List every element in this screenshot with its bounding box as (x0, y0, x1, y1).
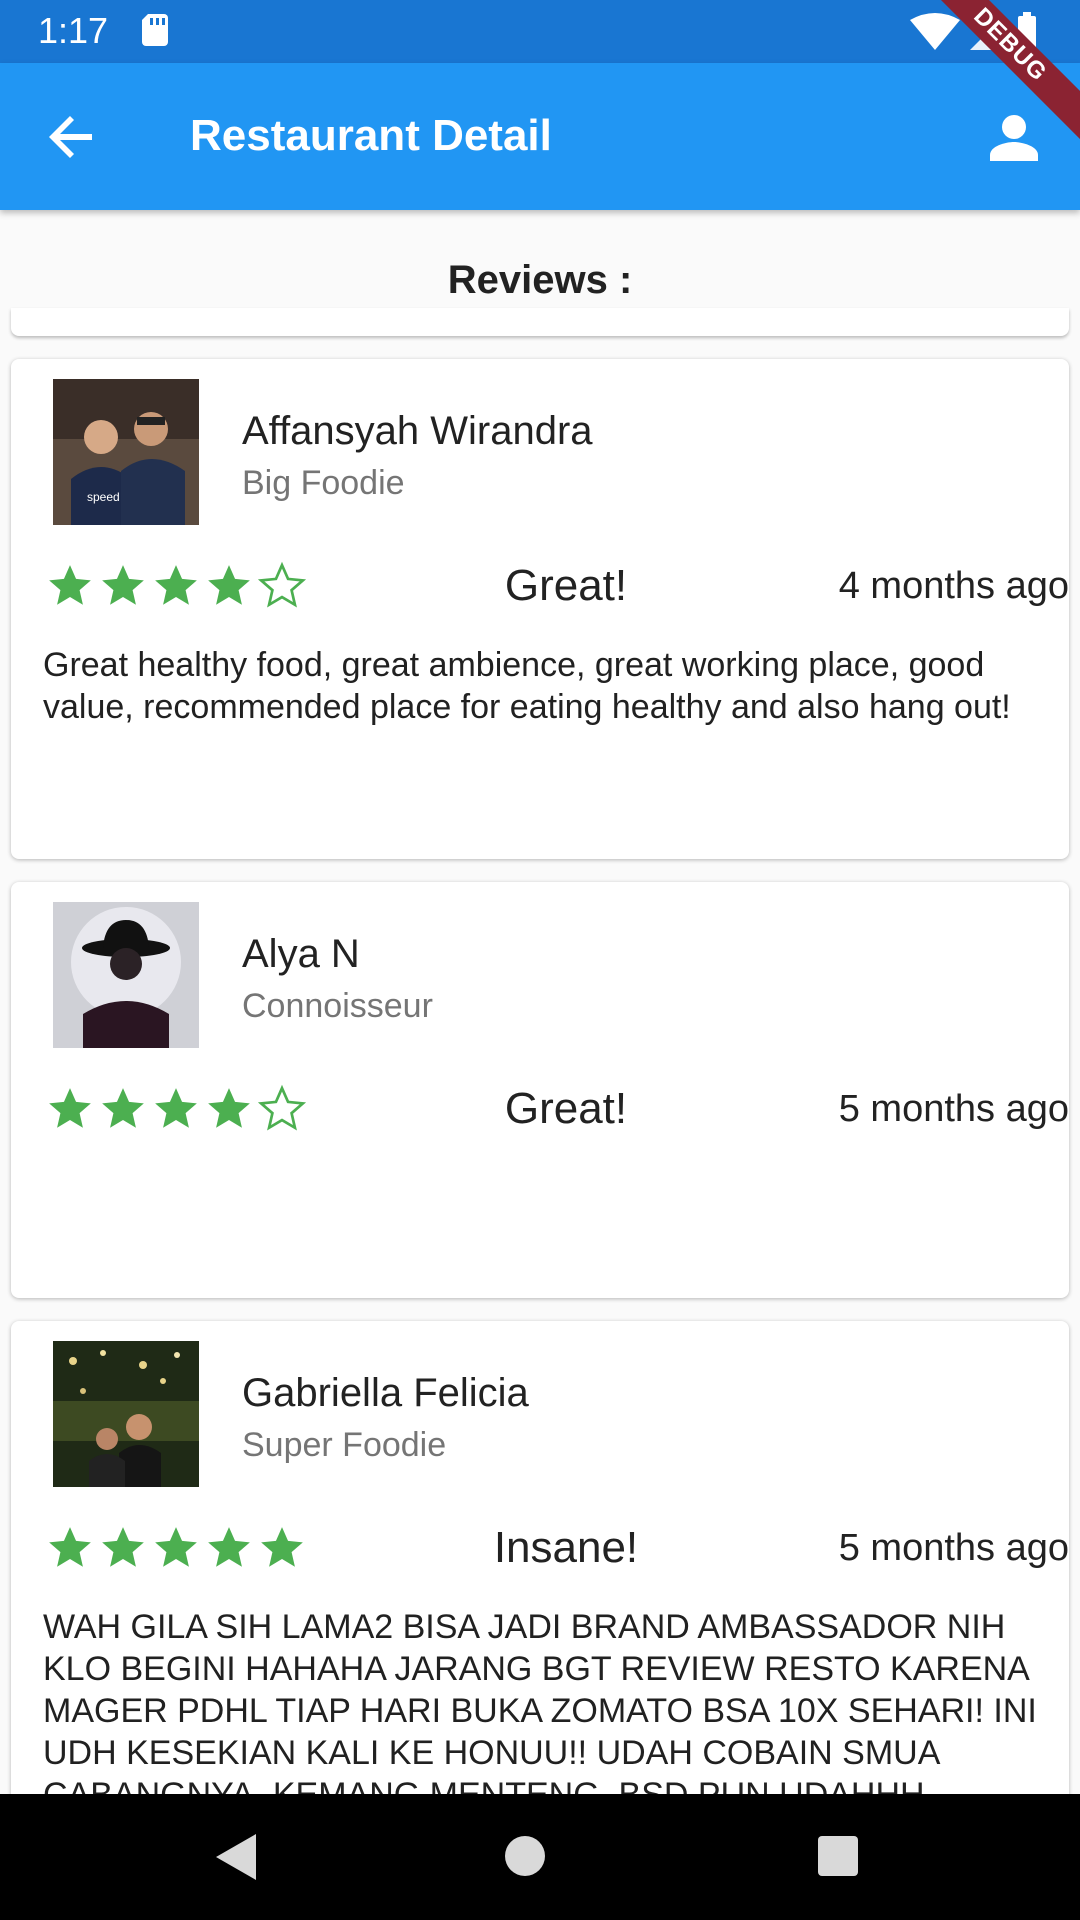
star-filled-icon (208, 565, 250, 605)
star-rating (45, 561, 310, 611)
nav-back-icon[interactable] (214, 1832, 258, 1882)
reviewer-avatar (53, 902, 199, 1048)
person-icon[interactable] (982, 105, 1046, 169)
svg-text:speed: speed (87, 490, 120, 504)
status-bar: 1:17 (0, 0, 1080, 63)
star-filled-icon (155, 1527, 197, 1567)
review-text: WAH GILA SIH LAMA2 BISA JADI BRAND AMBAS… (43, 1608, 1037, 1794)
review-time: 5 months ago (838, 1527, 1069, 1569)
nav-recents-icon[interactable] (816, 1834, 860, 1878)
page-title: Restaurant Detail (190, 111, 552, 160)
system-nav-bar (0, 1794, 1080, 1920)
reviewer-level: Connoisseur (242, 987, 433, 1025)
star-filled-icon (261, 1527, 303, 1567)
star-filled-icon (49, 565, 91, 605)
wifi-icon (910, 13, 960, 50)
reviewer-level: Big Foodie (242, 464, 405, 502)
review-time: 4 months ago (838, 565, 1069, 607)
review-time: 5 months ago (838, 1088, 1069, 1130)
star-rating (45, 1523, 310, 1573)
star-filled-icon (102, 1527, 144, 1567)
reviewer-avatar (53, 1341, 199, 1487)
star-filled-icon (49, 1088, 91, 1128)
star-outline-icon (257, 561, 307, 608)
review-list[interactable]: Reviews : speed Affansyah Wirandra Big F… (0, 210, 1080, 1794)
review-card: speed Affansyah Wirandra Big Foodie Grea… (11, 359, 1069, 859)
reviewer-name: Gabriella Felicia (242, 1371, 529, 1415)
reviewer-name: Alya N (242, 932, 360, 976)
reviewer-avatar: speed (53, 379, 199, 525)
reviewer-level: Super Foodie (242, 1426, 447, 1464)
previous-card (11, 308, 1069, 336)
reviewer-name: Affansyah Wirandra (242, 409, 593, 453)
star-filled-icon (49, 1527, 91, 1567)
rating-label: Insane! (493, 1523, 639, 1572)
rating-label: Great! (504, 1084, 628, 1133)
star-filled-icon (102, 1088, 144, 1128)
star-filled-icon (155, 1088, 197, 1128)
app-bar: Restaurant Detail (0, 63, 1080, 210)
reviews-heading: Reviews : (447, 258, 633, 302)
sd-card-icon (142, 14, 168, 46)
star-filled-icon (102, 565, 144, 605)
review-text: Great healthy food, great ambience, grea… (43, 646, 1011, 726)
nav-home-icon[interactable] (503, 1834, 547, 1878)
star-rating (45, 1084, 310, 1134)
status-time: 1:17 (38, 10, 109, 51)
star-filled-icon (155, 565, 197, 605)
review-card: Gabriella Felicia Super Foodie Insane! 5… (11, 1321, 1069, 1794)
star-filled-icon (208, 1088, 250, 1128)
back-arrow-icon[interactable] (40, 105, 104, 169)
rating-label: Great! (504, 561, 628, 610)
star-outline-icon (257, 1084, 307, 1131)
review-card: Alya N Connoisseur Great! 5 months ago (11, 882, 1069, 1298)
star-filled-icon (208, 1527, 250, 1567)
